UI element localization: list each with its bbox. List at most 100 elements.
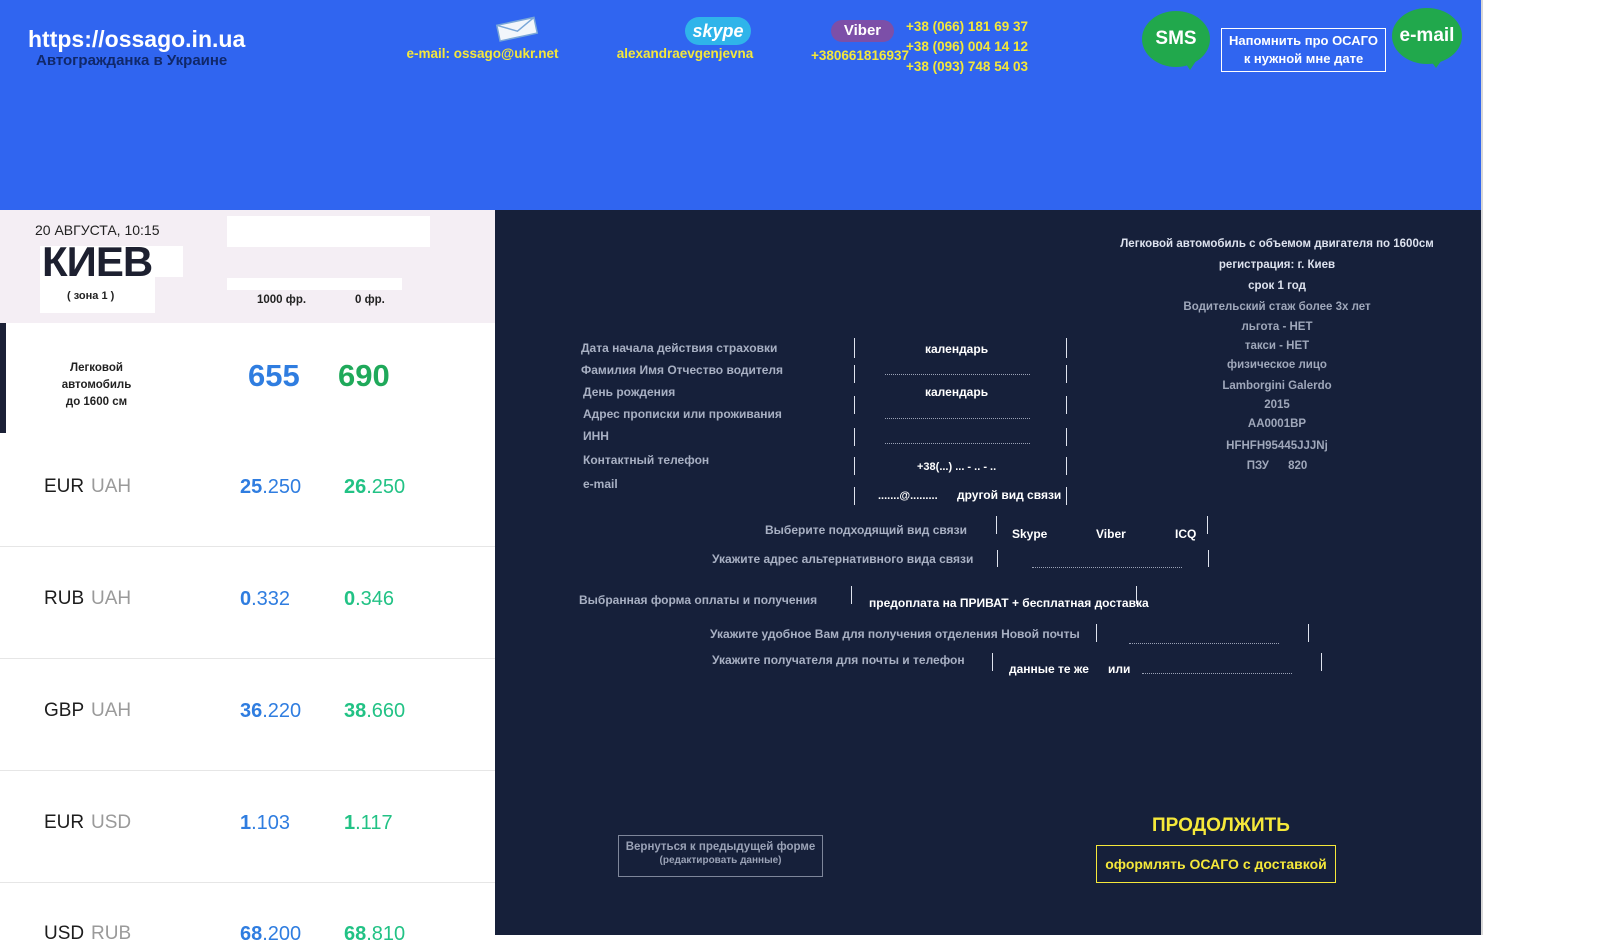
nova-poshta-field[interactable] xyxy=(1129,643,1279,644)
rate-buy: 36.220 xyxy=(240,700,301,723)
car-label-line-2: до 1600 см xyxy=(65,396,128,408)
contact-option-icq[interactable]: ICQ xyxy=(1175,527,1196,541)
other-contact-link[interactable]: другой вид связи xyxy=(957,488,1061,502)
rate-buy-int: 1 xyxy=(240,812,252,834)
recipient-same-option[interactable]: данные те же xyxy=(1009,662,1089,676)
contact-option-skype[interactable]: Skype xyxy=(1012,527,1047,541)
rate-row: RUB UAH 0.332 0.346 xyxy=(0,547,495,659)
page-margin xyxy=(1481,0,1602,935)
rate-sell: 38.660 xyxy=(344,700,405,723)
summary-line: срок 1 год xyxy=(1248,280,1306,292)
fio-label: Фамилия Имя Отчество водителя xyxy=(581,363,784,377)
recipient-field[interactable] xyxy=(1142,673,1292,674)
field-divider xyxy=(1096,624,1097,642)
contact-option-viber[interactable]: Viber xyxy=(1096,527,1126,541)
remind-button[interactable]: Напомнить про ОСАГО к нужной мне дате xyxy=(1221,28,1386,72)
rates-panel: 20 АВГУСТА, 10:15 КИЕВ ( зона 1 ) 1000 ф… xyxy=(0,210,500,945)
phone-number[interactable]: +38 (093) 748 54 03 xyxy=(906,57,1028,77)
car-label-line-1: Легковой автомобиль xyxy=(61,362,132,391)
currency-from: GBP xyxy=(44,700,85,721)
field-divider xyxy=(1066,365,1067,383)
rate-row: USD RUB 68.200 68.810 xyxy=(0,883,495,945)
currency-to: USD xyxy=(91,812,132,833)
email-button-label: e-mail xyxy=(1399,25,1455,46)
back-button-line-1: Вернуться к предыдущей форме xyxy=(625,841,816,853)
price-franchise: 655 xyxy=(248,358,300,393)
field-divider xyxy=(996,516,997,534)
site-header: https://ossago.in.ua Автогражданка в Укр… xyxy=(0,0,1481,210)
currency-to: RUB xyxy=(91,923,132,944)
address-label: Адрес прописки или проживания xyxy=(583,407,782,421)
rate-buy-frac: .250 xyxy=(262,476,302,498)
col-header-no-franchise: 0 фр. xyxy=(355,294,385,306)
sms-button[interactable]: SMS xyxy=(1142,11,1210,67)
rate-buy-frac: .220 xyxy=(262,700,302,722)
field-divider xyxy=(854,365,855,383)
inn-field[interactable] xyxy=(885,443,1030,444)
phone-list: +38 (066) 181 69 37 +38 (096) 004 14 12 … xyxy=(906,17,1028,77)
car-price-row[interactable]: Легковой автомобиль до 1600 см 655 690 xyxy=(0,323,500,433)
phone-number[interactable]: +38 (066) 181 69 37 xyxy=(906,17,1028,37)
nova-poshta-label: Укажите удобное Вам для получения отделе… xyxy=(710,627,1080,641)
rate-sell-frac: .810 xyxy=(366,923,406,945)
contact-type-label: Выберите подходящий вид связи xyxy=(765,523,967,537)
rate-row: EUR USD 1.103 1.117 xyxy=(0,771,495,883)
back-button-line-2: (редактировать данные) xyxy=(659,855,782,866)
summary-line: HFHFH95445JJJNj xyxy=(1226,440,1328,452)
field-divider xyxy=(851,586,852,604)
viber-icon: Viber xyxy=(831,20,894,42)
phone-label: Контактный телефон xyxy=(583,453,710,467)
field-divider xyxy=(1321,653,1322,671)
rate-sell-int: 26 xyxy=(344,476,367,498)
rate-buy-int: 36 xyxy=(240,700,263,722)
rate-row: EUR UAH 25.250 26.250 xyxy=(0,435,495,547)
continue-button-label: оформлять ОСАГО с доставкой xyxy=(1105,856,1327,872)
summary-line: ПЗУ 820 xyxy=(1246,460,1308,472)
birthday-label: День рождения xyxy=(583,385,676,399)
fio-field[interactable] xyxy=(885,374,1030,375)
email-label: e-mail xyxy=(583,477,618,491)
field-divider xyxy=(854,338,855,358)
zone-label: ( зона 1 ) xyxy=(67,290,115,302)
continue-button[interactable]: оформлять ОСАГО с доставкой xyxy=(1096,845,1336,883)
start-date-field[interactable]: календарь xyxy=(925,342,988,356)
payment-label: Выбранная форма оплаты и получения xyxy=(579,593,818,607)
back-button[interactable]: Вернуться к предыдущей форме (редактиров… xyxy=(618,835,823,877)
field-divider xyxy=(1308,624,1309,642)
address-field[interactable] xyxy=(885,418,1030,419)
car-label: Легковой автомобиль до 1600 см xyxy=(34,360,159,411)
city-name: КИЕВ xyxy=(42,238,153,285)
birthday-field[interactable]: календарь xyxy=(925,385,988,399)
site-url[interactable]: https://ossago.in.ua xyxy=(28,26,245,53)
order-form-panel: Дата начала действия страховки Фамилия И… xyxy=(495,210,1481,935)
email-contact[interactable]: e-mail: ossago@ukr.net xyxy=(395,46,570,61)
payment-option[interactable]: предоплата на ПРИВАТ + бесплатная достав… xyxy=(869,596,1149,610)
phone-field[interactable]: +38(...) ... - .. - .. xyxy=(917,461,996,473)
currency-from: EUR xyxy=(44,812,85,833)
white-block xyxy=(227,278,402,290)
rate-sell-int: 0 xyxy=(344,588,356,610)
summary-line: регистрация: г. Киев xyxy=(1218,259,1336,271)
phone-number[interactable]: +38 (096) 004 14 12 xyxy=(906,37,1028,57)
sms-bubble-tail-icon xyxy=(1182,58,1198,70)
summary-line: Lamborgini Galerdo xyxy=(1222,380,1332,392)
alt-address-label: Укажите адрес альтернативного вида связи xyxy=(712,552,974,566)
rate-sell: 0.346 xyxy=(344,588,394,611)
rate-buy-int: 0 xyxy=(240,588,252,610)
alt-address-field[interactable] xyxy=(1032,567,1182,568)
field-divider xyxy=(1066,428,1067,446)
summary-line: 2015 xyxy=(1264,399,1290,411)
field-divider xyxy=(1066,487,1067,505)
field-divider xyxy=(1207,516,1208,534)
rate-sell-int: 1 xyxy=(344,812,356,834)
currency-from: EUR xyxy=(44,476,85,497)
rate-sell-frac: .660 xyxy=(366,700,406,722)
skype-contact[interactable]: alexandraevgenjevna xyxy=(600,46,770,61)
summary-line: физическое лицо xyxy=(1227,359,1327,371)
currency-to: UAH xyxy=(91,588,132,609)
price-no-franchise: 690 xyxy=(338,358,390,393)
field-divider xyxy=(854,487,855,505)
email-field[interactable]: .......@......... xyxy=(878,490,938,502)
email-button[interactable]: e-mail xyxy=(1392,8,1462,64)
rate-buy-frac: .200 xyxy=(262,923,302,945)
